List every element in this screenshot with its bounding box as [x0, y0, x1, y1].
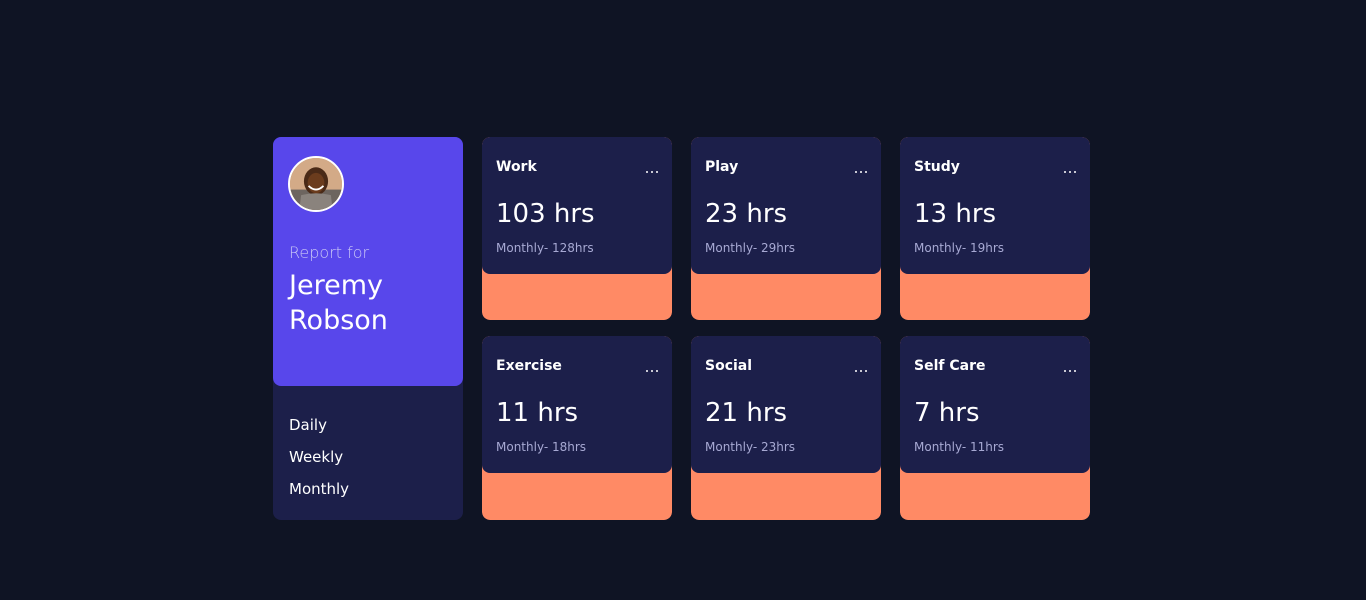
card-title: Study	[914, 159, 960, 175]
ellipsis-icon[interactable]	[855, 360, 867, 372]
card-body: Social 21 hrs Monthly- 23hrs	[691, 336, 881, 473]
card-body: Exercise 11 hrs Monthly- 18hrs	[482, 336, 672, 473]
profile-card: Report for Jeremy Robson Daily Weekly Mo…	[273, 137, 463, 520]
activity-card-study: Study 13 hrs Monthly- 19hrs	[900, 137, 1090, 320]
current-hours: 13 hrs	[914, 199, 997, 229]
current-hours: 23 hrs	[705, 199, 788, 229]
ellipsis-icon[interactable]	[855, 161, 867, 173]
previous-hours: Monthly- 18hrs	[496, 440, 587, 454]
activity-card-work: Work 103 hrs Monthly- 128hrs	[482, 137, 672, 320]
card-body: Self Care 7 hrs Monthly- 11hrs	[900, 336, 1090, 473]
card-title: Work	[496, 159, 537, 175]
previous-hours: Monthly- 11hrs	[914, 440, 1005, 454]
current-hours: 11 hrs	[496, 398, 579, 428]
current-hours: 103 hrs	[496, 199, 595, 229]
activity-card-self-care: Self Care 7 hrs Monthly- 11hrs	[900, 336, 1090, 520]
timeframe-weekly[interactable]: Weekly	[289, 448, 349, 467]
card-title: Play	[705, 159, 739, 175]
ellipsis-icon[interactable]	[1064, 161, 1076, 173]
previous-hours: Monthly- 128hrs	[496, 241, 594, 255]
previous-hours: Monthly- 29hrs	[705, 241, 796, 255]
time-tracking-dashboard: Report for Jeremy Robson Daily Weekly Mo…	[273, 137, 1090, 520]
user-avatar	[288, 156, 344, 212]
card-body: Study 13 hrs Monthly- 19hrs	[900, 137, 1090, 274]
timeframe-monthly[interactable]: Monthly	[289, 480, 349, 499]
card-body: Play 23 hrs Monthly- 29hrs	[691, 137, 881, 274]
timeframe-daily[interactable]: Daily	[289, 416, 349, 435]
user-name: Jeremy Robson	[289, 270, 388, 336]
card-body: Work 103 hrs Monthly- 128hrs	[482, 137, 672, 274]
card-title: Exercise	[496, 358, 562, 374]
current-hours: 7 hrs	[914, 398, 980, 428]
ellipsis-icon[interactable]	[646, 360, 658, 372]
card-title: Self Care	[914, 358, 986, 374]
activity-card-play: Play 23 hrs Monthly- 29hrs	[691, 137, 881, 320]
current-hours: 21 hrs	[705, 398, 788, 428]
activity-card-exercise: Exercise 11 hrs Monthly- 18hrs	[482, 336, 672, 520]
previous-hours: Monthly- 23hrs	[705, 440, 796, 454]
ellipsis-icon[interactable]	[1064, 360, 1076, 372]
previous-hours: Monthly- 19hrs	[914, 241, 1005, 255]
profile-header: Report for Jeremy Robson	[273, 137, 463, 386]
activity-card-social: Social 21 hrs Monthly- 23hrs	[691, 336, 881, 520]
ellipsis-icon[interactable]	[646, 161, 658, 173]
timeframe-list: Daily Weekly Monthly	[289, 416, 349, 512]
avatar-image	[290, 158, 342, 210]
report-label: Report for	[289, 243, 370, 262]
card-title: Social	[705, 358, 753, 374]
